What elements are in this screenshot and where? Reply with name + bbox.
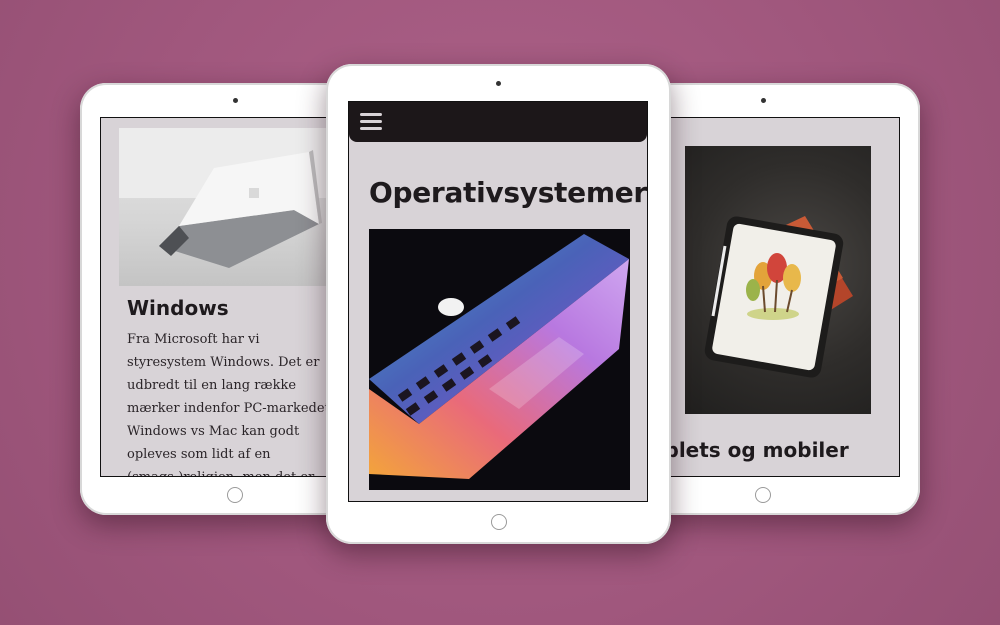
- home-button[interactable]: [755, 487, 771, 503]
- card-title-tablets: ablets og mobiler: [651, 438, 849, 462]
- home-button[interactable]: [227, 487, 243, 503]
- ipad-drawing-image: [685, 146, 871, 414]
- navbar: [349, 102, 647, 142]
- hamburger-icon[interactable]: [360, 113, 382, 131]
- macbook-image: [369, 229, 630, 490]
- windows-laptop-image: [119, 128, 329, 286]
- camera-dot: [761, 98, 766, 103]
- tablet-center: Operativsystemer: [326, 64, 671, 544]
- tablet-left: Windows Fra Microsoft har vi styresystem…: [80, 83, 392, 515]
- home-button[interactable]: [491, 514, 507, 530]
- camera-dot: [233, 98, 238, 103]
- card-title-windows: Windows: [127, 296, 229, 320]
- card-text-windows: Fra Microsoft har vi styresystem Windows…: [127, 332, 334, 476]
- camera-dot: [496, 81, 501, 86]
- page-title: Operativsystemer: [369, 176, 647, 209]
- tablet-right-screen: ablets og mobiler: [640, 117, 900, 477]
- tablet-center-screen: Operativsystemer: [348, 101, 648, 502]
- tablet-right: ablets og mobiler: [630, 83, 920, 515]
